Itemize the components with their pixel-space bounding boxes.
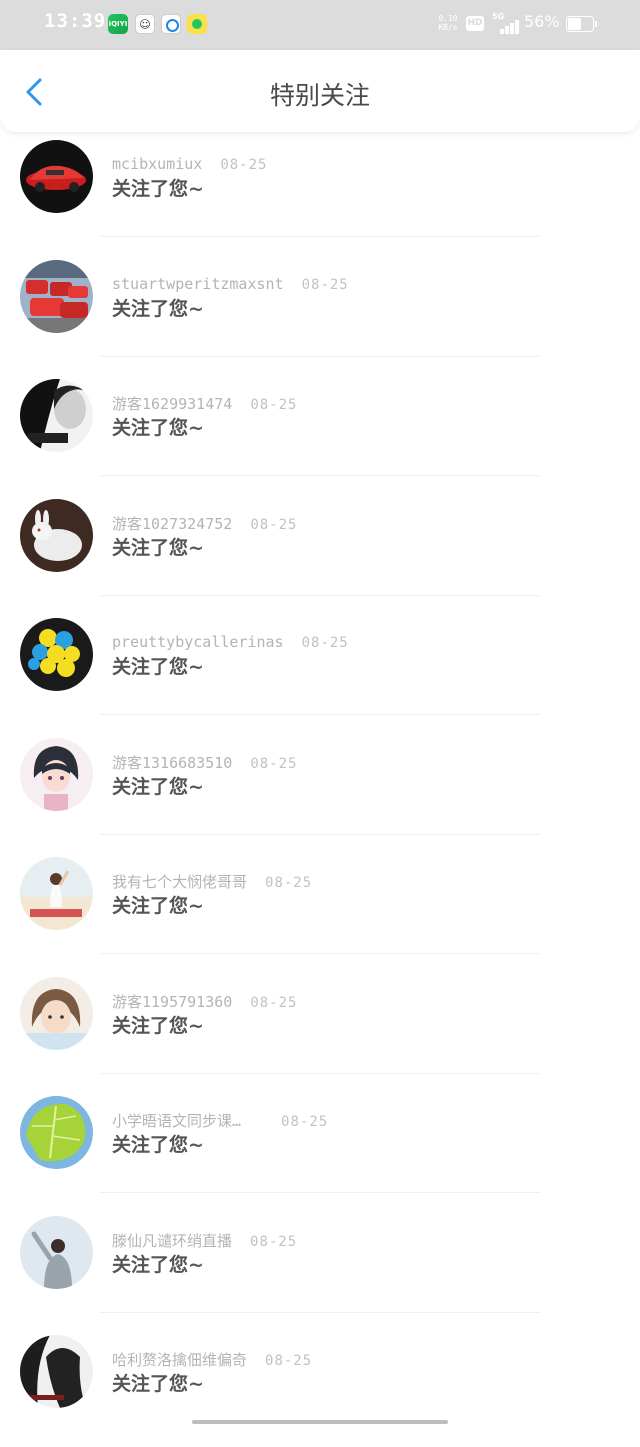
username: 游客1027324752	[112, 514, 233, 533]
divider	[100, 1072, 540, 1074]
signal-icon: 5G	[492, 12, 522, 34]
follow-message: 关注了您~	[112, 297, 204, 320]
follow-message: 关注了您~	[112, 536, 204, 559]
follow-date: 08-25	[250, 516, 298, 533]
avatar[interactable]	[20, 976, 93, 1050]
divider	[100, 236, 540, 237]
username: 游客1629931474	[112, 395, 233, 413]
avatar[interactable]	[20, 1335, 93, 1408]
divider	[100, 1192, 540, 1193]
avatar[interactable]	[20, 379, 93, 452]
avatar[interactable]	[20, 140, 93, 213]
list-item[interactable]: 滕仙凡谴环绡直播 08-25 关注了您~	[0, 1208, 640, 1328]
follow-date: 08-25	[281, 1114, 329, 1130]
divider	[100, 1311, 540, 1313]
list-item[interactable]: stuartwperitzmaxsnt 08-25 关注了您~	[0, 252, 640, 372]
avatar[interactable]	[20, 857, 93, 930]
username: 滕仙凡谴环绡直播	[112, 1231, 233, 1250]
divider	[100, 355, 540, 357]
username: 游客1195791360	[112, 992, 233, 1011]
username: 游客1316683510	[112, 753, 233, 772]
qq-browser-icon	[161, 14, 181, 34]
username: preuttybycallerinas	[112, 633, 284, 651]
avatar[interactable]	[20, 737, 93, 811]
list-item[interactable]: 游客1316683510 08-25 关注了您~	[0, 730, 640, 850]
avatar[interactable]	[20, 1215, 93, 1289]
follow-date: 08-25	[220, 157, 268, 173]
nav-bar: 特别关注	[0, 50, 640, 132]
follow-date: 08-25	[265, 1353, 313, 1369]
list-item[interactable]: 小学晤语文同步课… 08-25 关注了您~	[0, 1088, 640, 1208]
status-time: 13:39	[44, 10, 107, 32]
follow-date: 08-25	[250, 994, 298, 1011]
signal-label: 5G	[492, 12, 505, 21]
divider	[100, 714, 540, 715]
qq-music-icon	[187, 14, 207, 34]
follow-message: 关注了您~	[112, 895, 204, 917]
follow-message: 关注了您~	[112, 1373, 204, 1395]
network-speed-value: 0.10	[438, 14, 458, 23]
follow-date: 08-25	[250, 755, 298, 772]
username: 哈利赘洛擒佃维偏奇	[112, 1351, 248, 1369]
avatar[interactable]	[20, 498, 93, 572]
follow-message: 关注了您~	[112, 1014, 204, 1037]
page-title: 特别关注	[269, 81, 370, 110]
list-item[interactable]: preuttybycallerinas 08-25 关注了您~	[0, 610, 640, 730]
list-item[interactable]: mcibxumiux 08-25 关注了您~	[0, 132, 640, 252]
follow-message: 关注了您~	[112, 417, 204, 439]
username: mcibxumiux	[112, 155, 203, 173]
list-item[interactable]: 游客1195791360 08-25 关注了您~	[0, 969, 640, 1089]
username: 我有七个大悯佬哥哥	[112, 873, 248, 891]
follow-message: 关注了您~	[112, 1253, 204, 1276]
follow-date: 08-25	[250, 397, 298, 413]
battery-percent: 56%	[524, 12, 560, 31]
username: 小学晤语文同步课…	[112, 1112, 242, 1130]
follow-date: 08-25	[301, 276, 349, 293]
follow-date: 08-25	[301, 635, 349, 651]
battery-fill	[568, 18, 581, 30]
follow-date: 08-25	[250, 1233, 298, 1250]
iqiyi-app-icon: iQIYI	[108, 14, 128, 34]
follow-message: 关注了您~	[112, 775, 204, 798]
home-indicator[interactable]	[192, 1420, 448, 1424]
follow-message: 关注了您~	[112, 656, 204, 678]
divider	[100, 475, 540, 476]
follow-message: 关注了您~	[112, 178, 204, 200]
list-item[interactable]: 游客1027324752 08-25 关注了您~	[0, 491, 640, 611]
list-item[interactable]: 我有七个大悯佬哥哥 08-25 关注了您~	[0, 849, 640, 969]
divider	[100, 953, 540, 954]
network-speed-unit: KB/s	[438, 23, 458, 32]
qq-icon: ☺	[135, 14, 155, 34]
status-bar: 13:39 iQIYI ☺ 0.10 KB/s HD 5G 56%	[0, 0, 640, 50]
battery-icon	[566, 16, 597, 32]
follow-date: 08-25	[265, 875, 313, 891]
list-item[interactable]: 游客1629931474 08-25 关注了您~	[0, 371, 640, 491]
list-item[interactable]: 哈利赘洛擒佃维偏奇 08-25 关注了您~	[0, 1327, 640, 1447]
divider	[100, 594, 540, 596]
avatar[interactable]	[20, 259, 93, 333]
avatar[interactable]	[20, 618, 93, 691]
hd-badge: HD	[466, 16, 484, 31]
network-speed: 0.10 KB/s	[436, 14, 460, 32]
follow-message: 关注了您~	[112, 1134, 204, 1156]
username: stuartwperitzmaxsnt	[112, 274, 284, 293]
divider	[100, 833, 540, 835]
avatar[interactable]	[20, 1096, 93, 1169]
follow-list: mcibxumiux 08-25 关注了您~ stuartwperitzmaxsn…	[0, 132, 640, 1447]
